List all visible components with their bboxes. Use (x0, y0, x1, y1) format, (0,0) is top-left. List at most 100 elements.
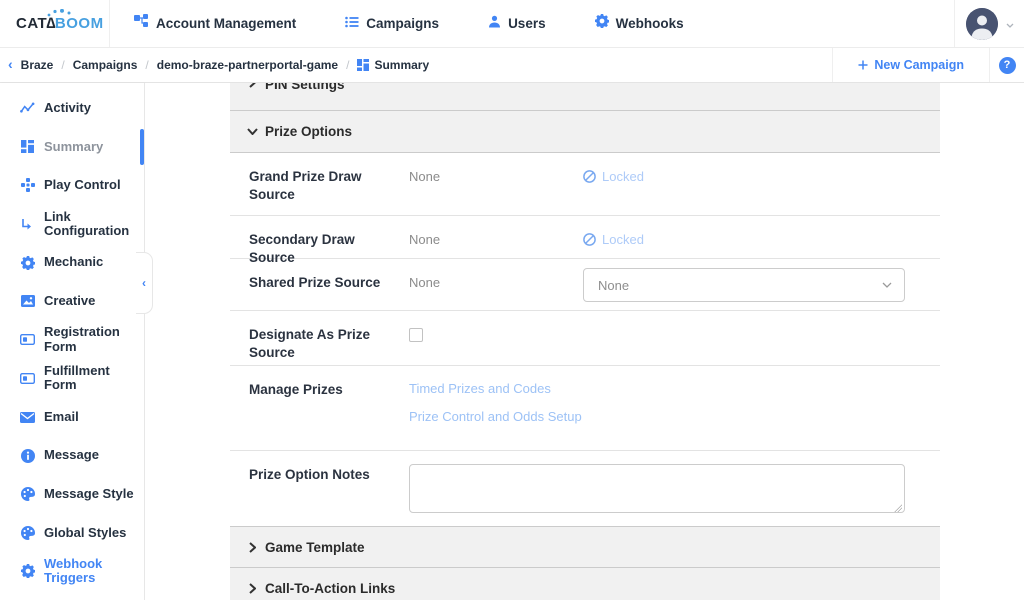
section-pin-settings[interactable]: PIN Settings (230, 83, 940, 111)
crumb-separator: / (145, 58, 148, 72)
crumb-campaign-name[interactable]: demo-braze-partnerportal-game (157, 58, 338, 72)
sidebar-item-link-configuration[interactable]: Link Configuration (0, 205, 144, 244)
sidebar-item-global-styles[interactable]: Global Styles (0, 514, 144, 553)
field-value: None (409, 231, 583, 258)
designate-prize-source-checkbox[interactable] (409, 328, 423, 342)
sidebar-collapse-handle[interactable]: ‹ (136, 252, 153, 314)
chevron-right-icon (249, 542, 256, 553)
chevron-down-icon[interactable] (1006, 15, 1014, 33)
timed-prizes-link[interactable]: Timed Prizes and Codes (409, 381, 940, 396)
sidebar-item-message-style[interactable]: Message Style (0, 475, 144, 514)
plus-icon (858, 60, 868, 70)
sidebar-item-webhook-triggers[interactable]: Webhook Triggers (0, 552, 144, 591)
sidebar-item-activity[interactable]: Activity (0, 89, 144, 128)
help-icon[interactable]: ? (999, 57, 1016, 74)
sidebar-item-creative[interactable]: Creative (0, 282, 144, 321)
field-value: None (409, 168, 583, 215)
locked-status: Locked (583, 168, 940, 184)
crumb-separator: / (346, 58, 349, 72)
section-game-template[interactable]: Game Template (230, 526, 940, 568)
sidebar-item-summary[interactable]: Summary (0, 128, 144, 167)
crumb-label: Summary (374, 58, 429, 72)
top-nav-bar: CAT∆BOOM Account Management Campaigns Us… (0, 0, 1024, 48)
back-chevron-icon[interactable]: ‹ (8, 57, 13, 71)
image-icon (20, 295, 35, 307)
sidebar-item-play-control[interactable]: Play Control (0, 166, 144, 205)
gear-icon (20, 564, 35, 578)
cataboom-logo[interactable]: CAT∆BOOM (0, 0, 110, 47)
nav-label: Account Management (156, 16, 296, 31)
user-icon (488, 15, 501, 33)
sidebar-item-label: Message (44, 448, 99, 463)
section-prize-options[interactable]: Prize Options (230, 111, 940, 153)
prize-option-notes-textarea[interactable] (409, 464, 905, 513)
section-call-to-action-links[interactable]: Call-To-Action Links (230, 568, 940, 600)
settings-accordion: PIN Settings Prize Options Grand Prize D… (230, 83, 940, 600)
crumb-separator: / (61, 58, 64, 72)
nav-webhooks[interactable]: Webhooks (595, 14, 684, 33)
play-control-icon (20, 178, 35, 192)
row-designate-as-prize-source: Designate As Prize Source (230, 311, 940, 366)
logo-text: CAT∆BOOM (16, 15, 104, 32)
sidebar-item-label: Message Style (44, 487, 134, 502)
logo-dots-icon (47, 9, 73, 17)
section-label: PIN Settings (265, 83, 345, 92)
row-manage-prizes: Manage Prizes Timed Prizes and Codes Pri… (230, 366, 940, 451)
sidebar-item-label: Registration Form (44, 325, 134, 354)
org-chart-icon (134, 14, 149, 33)
envelope-icon (20, 412, 35, 423)
locked-label: Locked (602, 169, 644, 184)
sidebar-item-registration-form[interactable]: Registration Form (0, 321, 144, 360)
new-campaign-button[interactable]: New Campaign (832, 48, 989, 82)
prize-control-odds-link[interactable]: Prize Control and Odds Setup (409, 409, 940, 424)
crumb-braze[interactable]: Braze (21, 58, 54, 72)
nav-users[interactable]: Users (488, 15, 546, 33)
sidebar-item-label: Activity (44, 101, 91, 116)
form-card-icon (20, 373, 35, 384)
app-window: CAT∆BOOM Account Management Campaigns Us… (0, 0, 1024, 600)
nav-campaigns[interactable]: Campaigns (345, 15, 439, 33)
sidebar-item-message[interactable]: Message (0, 436, 144, 475)
nav-label: Users (508, 16, 546, 31)
locked-status: Locked (583, 231, 940, 247)
sidebar-item-email[interactable]: Email (0, 398, 144, 437)
shared-prize-source-select[interactable]: None (583, 268, 905, 302)
user-avatar[interactable] (966, 8, 998, 40)
row-prize-option-notes: Prize Option Notes (230, 451, 940, 526)
circle-slash-icon (583, 233, 596, 246)
activity-icon (20, 102, 35, 114)
new-campaign-label: New Campaign (874, 58, 964, 72)
field-label: Grand Prize Draw Source (249, 168, 409, 215)
top-nav-items: Account Management Campaigns Users Webho… (134, 14, 684, 33)
section-label: Call-To-Action Links (265, 581, 395, 596)
dashboard-icon (20, 140, 35, 153)
sidebar-item-mechanic[interactable]: Mechanic (0, 243, 144, 282)
field-label: Shared Prize Source (249, 274, 409, 310)
chevron-left-icon: ‹ (142, 276, 146, 290)
field-label: Prize Option Notes (249, 466, 409, 526)
sidebar-item-label: Email (44, 410, 79, 425)
nav-label: Campaigns (366, 16, 439, 31)
field-label: Secondary Draw Source (249, 231, 409, 258)
sidebar: Activity Summary Play Control Link Confi… (0, 83, 145, 600)
crumb-summary[interactable]: Summary (357, 58, 429, 72)
main-content: PIN Settings Prize Options Grand Prize D… (145, 83, 1024, 600)
sidebar-item-label: Summary (44, 140, 103, 155)
section-label: Prize Options (265, 124, 352, 139)
chevron-down-icon (882, 282, 892, 288)
sidebar-item-fulfillment-form[interactable]: Fulfillment Form (0, 359, 144, 398)
info-circle-icon (20, 449, 35, 463)
palette-icon (20, 526, 35, 540)
sidebar-item-label: Global Styles (44, 526, 126, 541)
row-secondary-draw-source: Secondary Draw Source None Locked (230, 216, 940, 259)
crumb-campaigns[interactable]: Campaigns (73, 58, 138, 72)
palette-icon (20, 487, 35, 501)
sidebar-item-label: Play Control (44, 178, 121, 193)
nav-account-management[interactable]: Account Management (134, 14, 296, 33)
dashboard-icon (357, 59, 369, 71)
row-grand-prize-draw-source: Grand Prize Draw Source None Locked (230, 153, 940, 216)
sidebar-item-label: Fulfillment Form (44, 364, 134, 393)
locked-label: Locked (602, 232, 644, 247)
chevron-right-icon (249, 583, 256, 594)
breadcrumb-bar: ‹ Braze / Campaigns / demo-braze-partner… (0, 48, 1024, 83)
